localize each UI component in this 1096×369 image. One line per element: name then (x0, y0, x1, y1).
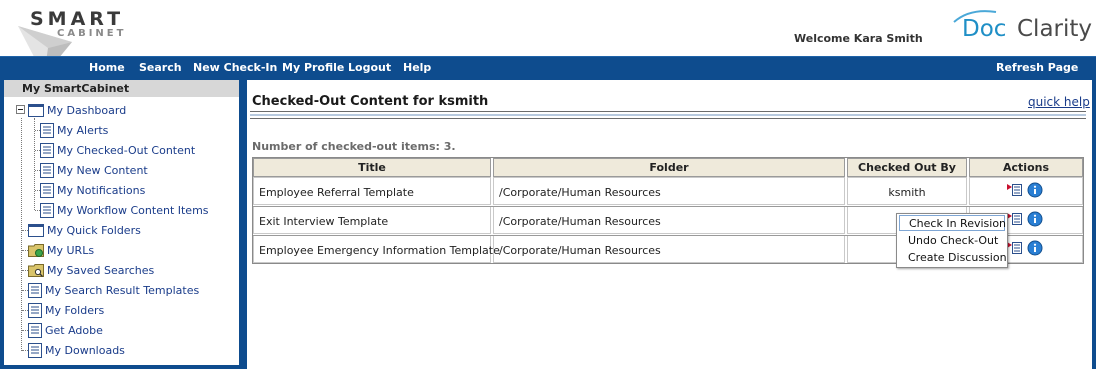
sidebar-item-my-checked-out-content[interactable]: My Checked-Out Content (40, 142, 195, 158)
sidebar-item-my-saved-searches[interactable]: My Saved Searches (28, 262, 154, 278)
title-divider (250, 118, 1086, 119)
header: SMART CABINET Welcome Kara Smith Doc Cla… (0, 0, 1096, 76)
window-icon (28, 223, 44, 237)
cell-title[interactable]: Employee Referral Template (253, 177, 491, 205)
nav-logout[interactable]: Logout (348, 61, 391, 74)
sidebar-item-label: My Alerts (57, 123, 109, 137)
cell-folder[interactable]: /Corporate/Human Resources (493, 235, 845, 263)
item-count-text: Number of checked-out items: 3. (252, 140, 456, 153)
title-divider (250, 111, 1086, 112)
document-actions-menu-icon[interactable] (1007, 240, 1023, 256)
page-icon (40, 122, 54, 138)
sidebar-item-label: My Search Result Templates (45, 283, 200, 297)
menu-item-create-discussion[interactable]: Create Discussion (899, 250, 1007, 266)
sidebar-item-label: My Quick Folders (47, 223, 141, 237)
sidebar-title: My SmartCabinet (4, 80, 239, 97)
menu-item-undo-check-out[interactable]: Undo Check-Out (899, 233, 1005, 249)
sidebar-item-label: My Workflow Content Items (57, 203, 209, 217)
page-icon (28, 302, 42, 318)
sidebar-item-label: Get Adobe (45, 323, 103, 337)
sidebar-item-my-new-content[interactable]: My New Content (40, 162, 148, 178)
sidebar-item-label: My Dashboard (47, 103, 127, 117)
page-title: Checked-Out Content for ksmith (252, 94, 489, 109)
sidebar-item-my-downloads[interactable]: My Downloads (28, 342, 125, 358)
cell-title[interactable]: Employee Emergency Information Template (253, 235, 500, 263)
sidebar-item-my-quick-folders[interactable]: My Quick Folders (28, 222, 141, 238)
page-icon (28, 342, 42, 358)
document-actions-menu-icon[interactable] (1007, 211, 1023, 227)
page-icon (40, 142, 54, 158)
welcome-message: Welcome Kara Smith (794, 32, 923, 45)
quick-help-link[interactable]: quick help (1028, 95, 1090, 109)
actions-context-menu: Check In Revision Undo Check-Out Create … (896, 213, 1008, 268)
cell-folder[interactable]: /Corporate/Human Resources (493, 177, 845, 205)
nav-my-profile[interactable]: My Profile (282, 61, 344, 74)
info-icon[interactable] (1027, 182, 1043, 198)
menu-item-check-in-revision[interactable]: Check In Revision (899, 215, 1006, 231)
cell-folder[interactable]: /Corporate/Human Resources (493, 206, 845, 234)
sidebar-item-my-urls[interactable]: My URLs (28, 242, 94, 258)
sidebar-item-my-folders[interactable]: My Folders (28, 302, 104, 318)
column-header-checked-out-by[interactable]: Checked Out By (847, 158, 967, 177)
tree-line (34, 118, 35, 210)
logo-text-cabinet: CABINET (57, 28, 127, 39)
nav-home[interactable]: Home (89, 61, 125, 74)
sidebar-item-label: My Downloads (45, 343, 125, 357)
folder-search-icon (28, 264, 44, 277)
sidebar-item-label: My Checked-Out Content (57, 143, 196, 157)
nav-search[interactable]: Search (139, 61, 182, 74)
folder-globe-icon (28, 244, 44, 257)
docclarity-logo-doc: Doc (962, 16, 1007, 42)
collapse-toggle-icon[interactable] (16, 105, 26, 115)
sidebar-item-label: My Notifications (57, 183, 146, 197)
page-icon (40, 162, 54, 178)
title-divider (250, 114, 1086, 116)
dashboard-icon (28, 103, 44, 117)
nav-help[interactable]: Help (403, 61, 431, 74)
sidebar-item-my-notifications[interactable]: My Notifications (40, 182, 145, 198)
refresh-page-link[interactable]: Refresh Page (996, 61, 1078, 74)
sidebar-item-label: My URLs (47, 243, 95, 257)
sidebar-item-label: My Saved Searches (47, 263, 155, 277)
document-actions-menu-icon[interactable] (1007, 182, 1023, 198)
cell-title[interactable]: Exit Interview Template (253, 206, 491, 234)
top-navigation-bar: Home Search New Check-In My Profile Logo… (0, 56, 1096, 78)
docclarity-logo-clarity: Clarity (1017, 16, 1093, 42)
sidebar-item-my-workflow-content-items[interactable]: My Workflow Content Items (40, 202, 209, 218)
sidebar-item-my-search-result-templates[interactable]: My Search Result Templates (28, 282, 199, 298)
sidebar-item-my-alerts[interactable]: My Alerts (40, 122, 108, 138)
page-icon (40, 182, 54, 198)
info-icon[interactable] (1027, 211, 1043, 227)
sidebar-item-label: My Folders (45, 303, 105, 317)
nav-new-check-in[interactable]: New Check-In (193, 61, 277, 74)
cell-actions (969, 177, 1083, 205)
page-icon (40, 202, 54, 218)
logo-text-smart: SMART (30, 8, 125, 30)
info-icon[interactable] (1027, 240, 1043, 256)
column-header-actions: Actions (969, 158, 1083, 177)
sidebar-item-label: My New Content (57, 163, 148, 177)
sidebar-item-get-adobe[interactable]: Get Adobe (28, 322, 103, 338)
sidebar-item-my-dashboard[interactable]: My Dashboard (28, 102, 126, 118)
page-icon (28, 282, 42, 298)
tree-line (21, 118, 22, 351)
cell-checked-out-by: ksmith (847, 177, 967, 205)
page-icon (28, 322, 42, 338)
column-header-title[interactable]: Title (253, 158, 491, 177)
row-divider (253, 206, 1083, 207)
column-header-folder[interactable]: Folder (493, 158, 845, 177)
